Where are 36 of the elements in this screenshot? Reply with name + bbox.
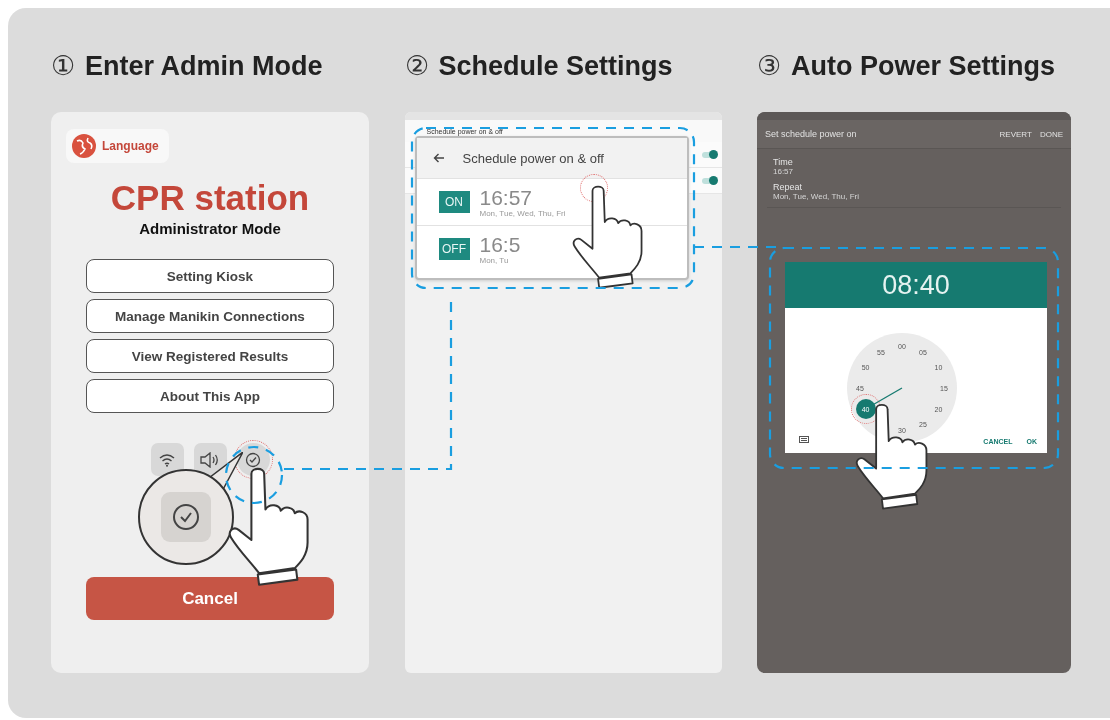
selected-time: 08:40: [785, 262, 1047, 308]
entry-time: 16:5: [479, 233, 521, 256]
action-link[interactable]: DONE: [1039, 129, 1063, 139]
step-title: Schedule Settings: [438, 50, 673, 82]
entry-time: 16:57: [479, 186, 534, 209]
entry-days: Mon, Tue, Wed, Thu, Fri: [479, 208, 566, 218]
step-number: ①: [51, 50, 75, 82]
wifi-icon: [159, 452, 175, 467]
language-button[interactable]: Language: [66, 129, 169, 163]
back-arrow-icon[interactable]: [432, 153, 445, 163]
menu-button[interactable]: View Registered Results: [86, 339, 334, 373]
setting-item[interactable]: Repeat Mon, Tue, Wed, Thu, Fri: [773, 182, 1055, 201]
power-tag: ON: [438, 191, 470, 213]
step-number: ②: [404, 50, 429, 82]
action-link[interactable]: REVERT: [999, 129, 1032, 139]
setting-item[interactable]: Time 16:57: [773, 157, 1055, 176]
timer-icon: [245, 451, 261, 468]
cancel-button[interactable]: Cancel: [86, 577, 334, 620]
menu-button[interactable]: Manage Manikin Connections: [86, 299, 334, 333]
app-title: CPR station: [110, 178, 310, 218]
toggle-switch[interactable]: [701, 151, 716, 158]
entry-days: Mon, Tu: [479, 255, 521, 265]
globe-icon: [71, 133, 97, 159]
card-title: Schedule power on & off: [462, 150, 604, 166]
step-title: Auto Power Settings: [791, 50, 1055, 82]
step-title: Enter Admin Mode: [85, 50, 323, 82]
toggle-switch[interactable]: [701, 177, 716, 184]
dashed-highlight-ring: [224, 445, 284, 505]
keyboard-icon[interactable]: [799, 436, 809, 443]
power-tag: OFF: [438, 238, 470, 260]
screen-subtitle: Administrator Mode: [139, 220, 281, 237]
step-number: ③: [757, 50, 781, 82]
menu-button[interactable]: About This App: [86, 379, 334, 413]
speaker-icon: [200, 451, 220, 468]
menu-button[interactable]: Setting Kiosk: [86, 259, 334, 293]
screen-title: Set schedule power on: [765, 129, 857, 139]
